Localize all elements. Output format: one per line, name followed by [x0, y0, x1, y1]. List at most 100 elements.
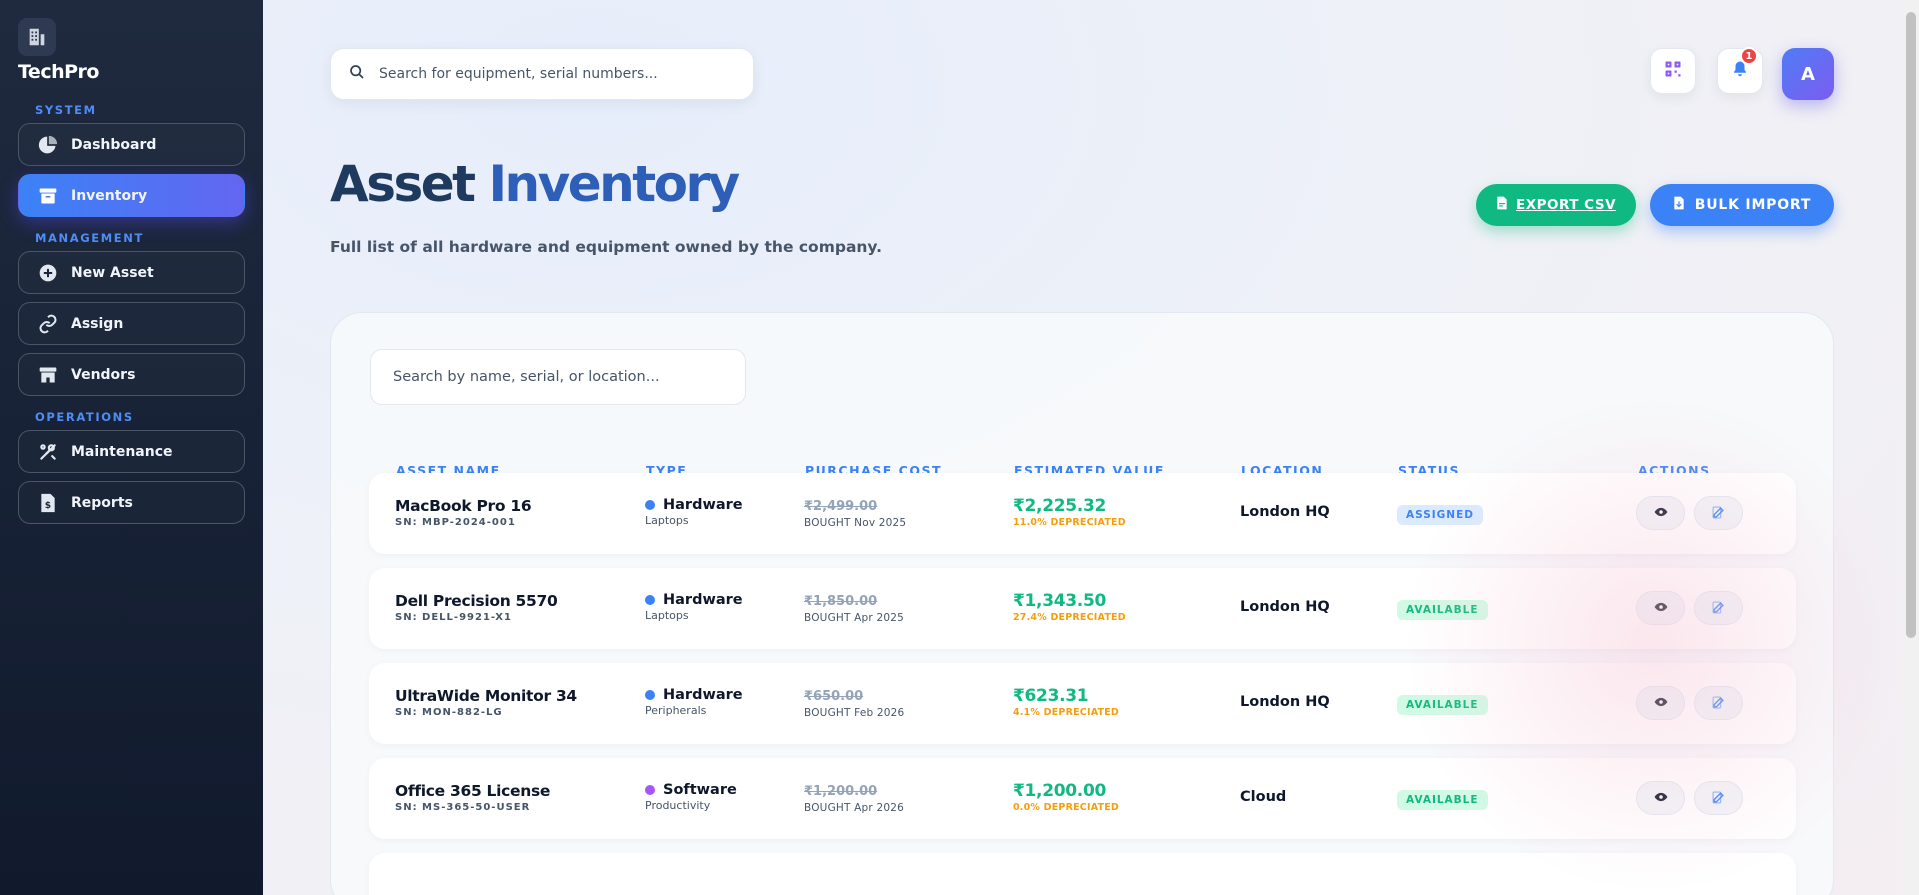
store-icon — [37, 364, 59, 386]
table-row[interactable]: UltraWide Monitor 34 SN: MON-882-LG Hard… — [369, 663, 1796, 744]
table-search[interactable] — [370, 349, 746, 405]
view-button[interactable] — [1636, 781, 1685, 815]
sidebar-item-assign[interactable]: Assign — [18, 302, 245, 345]
status-badge: AVAILABLE — [1397, 695, 1488, 715]
status-badge: ASSIGNED — [1397, 505, 1483, 525]
view-button[interactable] — [1636, 591, 1685, 625]
file-import-icon — [1673, 196, 1685, 214]
avatar[interactable]: A — [1782, 48, 1834, 100]
notification-badge: 1 — [1740, 47, 1758, 65]
edit-icon — [1712, 599, 1725, 618]
qr-code-icon — [1664, 60, 1682, 82]
estimated-value: ₹1,343.50 — [1013, 591, 1107, 611]
plus-circle-icon — [37, 262, 59, 284]
edit-button[interactable] — [1694, 496, 1743, 530]
invoice-icon: $ — [37, 492, 59, 514]
page-subtitle: Full list of all hardware and equipment … — [330, 238, 883, 256]
asset-location: London HQ — [1240, 599, 1330, 615]
sidebar-item-new-asset[interactable]: New Asset — [18, 251, 245, 294]
page-title: Asset Inventory — [330, 155, 740, 213]
pie-chart-icon — [37, 134, 59, 156]
tools-icon — [37, 441, 59, 463]
asset-location: London HQ — [1240, 694, 1330, 710]
asset-serial: SN: DELL-9921-X1 — [395, 612, 512, 623]
scrollbar[interactable] — [1903, 0, 1919, 895]
asset-subtype: Peripherals — [645, 704, 707, 717]
purchase-cost: ₹1,200.00 — [804, 784, 878, 799]
main-content: 1 A Asset Inventory Full list of all har… — [263, 0, 1903, 895]
global-search-input[interactable] — [379, 66, 719, 82]
eye-icon — [1654, 694, 1668, 713]
purchase-cost: ₹650.00 — [804, 689, 864, 704]
table-row[interactable]: MacBook Pro 16 SN: MBP-2024-001 Hardware… — [369, 473, 1796, 554]
status-badge: AVAILABLE — [1397, 790, 1488, 810]
table-row[interactable] — [369, 853, 1796, 895]
type-dot — [645, 785, 655, 795]
global-search[interactable] — [330, 48, 754, 100]
logo-icon — [18, 18, 56, 56]
eye-icon — [1654, 504, 1668, 523]
view-button[interactable] — [1636, 496, 1685, 530]
asset-name: UltraWide Monitor 34 — [395, 687, 577, 705]
asset-subtype: Laptops — [645, 609, 689, 622]
view-button[interactable] — [1636, 686, 1685, 720]
depreciation: 27.4% DEPRECIATED — [1013, 612, 1126, 623]
archive-box-icon — [37, 185, 59, 207]
purchase-cost: ₹2,499.00 — [804, 499, 878, 514]
estimated-value: ₹2,225.32 — [1013, 496, 1107, 516]
type-dot — [645, 595, 655, 605]
search-icon — [349, 64, 365, 84]
estimated-value: ₹623.31 — [1013, 686, 1089, 706]
edit-button[interactable] — [1694, 781, 1743, 815]
qr-scan-button[interactable] — [1650, 48, 1696, 94]
edit-icon — [1712, 789, 1725, 808]
asset-name: Office 365 License — [395, 782, 551, 800]
scrollbar-thumb[interactable] — [1906, 12, 1916, 638]
asset-name: Dell Precision 5570 — [395, 592, 558, 610]
asset-serial: SN: MS-365-50-USER — [395, 802, 531, 813]
sidebar-item-label: Dashboard — [71, 136, 157, 153]
edit-button[interactable] — [1694, 686, 1743, 720]
section-label-operations: OPERATIONS — [35, 410, 134, 424]
sidebar: TechPro SYSTEM Dashboard Inventory MANAG… — [0, 0, 263, 895]
table-search-input[interactable] — [393, 369, 733, 385]
edit-button[interactable] — [1694, 591, 1743, 625]
depreciation: 11.0% DEPRECIATED — [1013, 517, 1126, 528]
export-csv-button[interactable]: EXPORT CSV — [1476, 184, 1636, 226]
eye-icon — [1654, 789, 1668, 808]
asset-serial: SN: MON-882-LG — [395, 707, 503, 718]
asset-serial: SN: MBP-2024-001 — [395, 517, 516, 528]
sidebar-item-label: Vendors — [71, 366, 136, 383]
type-dot — [645, 690, 655, 700]
edit-icon — [1712, 504, 1725, 523]
asset-subtype: Productivity — [645, 799, 711, 812]
sidebar-item-reports[interactable]: $ Reports — [18, 481, 245, 524]
table-row[interactable]: Dell Precision 5570 SN: DELL-9921-X1 Har… — [369, 568, 1796, 649]
type-dot — [645, 500, 655, 510]
svg-text:$: $ — [45, 500, 51, 511]
asset-name: MacBook Pro 16 — [395, 497, 532, 515]
page-title-part1: Asset — [330, 155, 476, 213]
sidebar-item-dashboard[interactable]: Dashboard — [18, 123, 245, 166]
sidebar-item-label: Inventory — [71, 187, 148, 204]
edit-icon — [1712, 694, 1725, 713]
sidebar-item-label: Maintenance — [71, 443, 173, 460]
section-label-management: MANAGEMENT — [35, 231, 144, 245]
notifications-button[interactable]: 1 — [1717, 47, 1763, 94]
sidebar-item-maintenance[interactable]: Maintenance — [18, 430, 245, 473]
brand-name: TechPro — [18, 61, 99, 83]
link-icon — [37, 313, 59, 335]
sidebar-item-label: New Asset — [71, 264, 154, 281]
page-title-part2: Inventory — [488, 155, 740, 213]
asset-type: Hardware — [663, 497, 743, 513]
sidebar-item-label: Assign — [71, 315, 124, 332]
sidebar-item-inventory[interactable]: Inventory — [18, 174, 245, 217]
purchase-date: BOUGHT Apr 2026 — [804, 802, 904, 814]
bulk-import-button[interactable]: BULK IMPORT — [1650, 184, 1834, 226]
purchase-date: BOUGHT Nov 2025 — [804, 517, 907, 529]
asset-subtype: Laptops — [645, 514, 689, 527]
export-csv-label: EXPORT CSV — [1515, 197, 1617, 213]
asset-location: Cloud — [1240, 789, 1287, 805]
sidebar-item-vendors[interactable]: Vendors — [18, 353, 245, 396]
table-row[interactable]: Office 365 License SN: MS-365-50-USER So… — [369, 758, 1796, 839]
